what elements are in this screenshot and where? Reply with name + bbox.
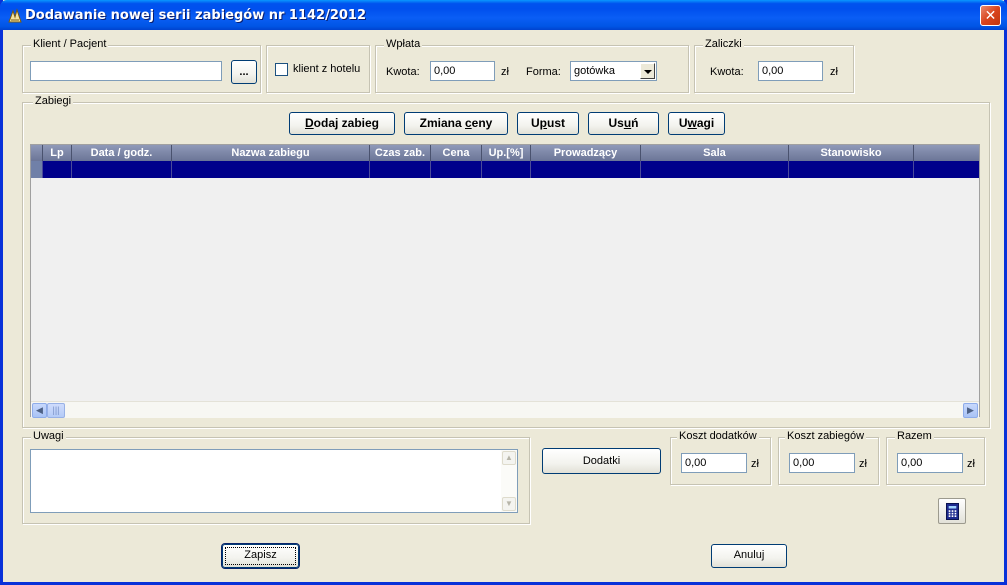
advances-currency: zł (830, 66, 838, 78)
cell[interactable] (431, 161, 482, 178)
add-treatment-button[interactable]: Dodaj zabieg (289, 112, 395, 135)
scroll-down-icon[interactable]: ▼ (502, 497, 516, 511)
cell[interactable] (531, 161, 641, 178)
extras-button[interactable]: Dodatki (542, 448, 661, 474)
delete-button[interactable]: Usuń (588, 112, 659, 135)
advances-amount-input[interactable]: 0,00 (758, 61, 823, 81)
total-currency: zł (967, 458, 975, 470)
header-lp[interactable]: Lp (43, 145, 72, 161)
notes-button[interactable]: Uwagi (668, 112, 725, 135)
hotel-checkbox-label: klient z hotelu (293, 63, 361, 75)
cell[interactable] (789, 161, 914, 178)
extras-cost-input[interactable]: 0,00 (681, 453, 747, 473)
close-button[interactable]: ✕ (980, 5, 1001, 26)
header-discount[interactable]: Up.[%] (482, 145, 531, 161)
header-staff[interactable]: Prowadzący (531, 145, 641, 161)
notes-scrollbar[interactable]: ▲ ▼ (501, 450, 517, 512)
extras-cost-currency: zł (751, 458, 759, 470)
payment-form-select[interactable]: gotówka (570, 61, 657, 81)
treatments-cost-legend: Koszt zabiegów (785, 430, 867, 442)
title-bar[interactable]: Dodawanie nowej serii zabiegów nr 1142/2… (0, 0, 1007, 30)
treatments-cost-input[interactable]: 0,00 (789, 453, 855, 473)
save-button[interactable]: Zapisz (222, 544, 299, 568)
horizontal-scrollbar[interactable]: ◀ ||| ▶ (31, 401, 979, 418)
dialog-window: Dodawanie nowej serii zabiegów nr 1142/2… (0, 0, 1007, 585)
table-row[interactable] (31, 161, 979, 178)
payment-form-value: gotówka (574, 65, 615, 77)
total-input[interactable]: 0,00 (897, 453, 963, 473)
header-indicator (31, 145, 43, 161)
total-legend: Razem (895, 430, 934, 442)
header-duration[interactable]: Czas zab. (370, 145, 431, 161)
payment-amount-label: Kwota: (386, 66, 420, 78)
client-legend: Klient / Pacjent (31, 38, 109, 50)
payment-legend: Wpłata (384, 38, 423, 50)
scroll-thumb[interactable]: ||| (47, 403, 65, 418)
cell[interactable] (72, 161, 172, 178)
cell[interactable] (482, 161, 531, 178)
notes-legend: Uwagi (31, 430, 66, 442)
scroll-up-icon[interactable]: ▲ (502, 451, 516, 465)
calculator-button[interactable] (938, 498, 966, 524)
header-room[interactable]: Sala (641, 145, 789, 161)
app-icon (8, 8, 22, 23)
header-date[interactable]: Data / godz. (72, 145, 172, 161)
calculator-icon (946, 503, 959, 520)
chevron-down-icon[interactable] (640, 63, 655, 79)
treatments-table[interactable]: Lp Data / godz. Nazwa zabiegu Czas zab. … (30, 144, 980, 417)
treatments-legend: Zabiegi (33, 95, 74, 107)
row-indicator (31, 161, 43, 178)
cell[interactable] (370, 161, 431, 178)
header-price[interactable]: Cena (431, 145, 482, 161)
notes-textarea[interactable]: ▲ ▼ (30, 449, 518, 513)
window-title: Dodawanie nowej serii zabiegów nr 1142/2… (25, 8, 367, 23)
change-price-button[interactable]: Zmiana ceny (404, 112, 508, 135)
close-icon: ✕ (984, 7, 997, 23)
cancel-button[interactable]: Anuluj (711, 544, 787, 568)
table-header: Lp Data / godz. Nazwa zabiegu Czas zab. … (31, 145, 979, 161)
extras-cost-legend: Koszt dodatków (677, 430, 759, 442)
advances-legend: Zaliczki (703, 38, 744, 50)
client-browse-button[interactable]: ... (231, 60, 257, 84)
cell[interactable] (43, 161, 72, 178)
cell[interactable] (641, 161, 789, 178)
hotel-checkbox[interactable] (275, 63, 288, 76)
cell[interactable] (172, 161, 370, 178)
treatments-cost-currency: zł (859, 458, 867, 470)
scroll-left-icon[interactable]: ◀ (32, 403, 47, 418)
payment-form-label: Forma: (526, 66, 561, 78)
discount-button[interactable]: Upust (517, 112, 579, 135)
header-name[interactable]: Nazwa zabiegu (172, 145, 370, 161)
payment-amount-input[interactable]: 0,00 (430, 61, 495, 81)
advances-amount-label: Kwota: (710, 66, 744, 78)
scroll-right-icon[interactable]: ▶ (963, 403, 978, 418)
payment-currency: zł (501, 66, 509, 78)
header-station[interactable]: Stanowisko (789, 145, 914, 161)
client-input[interactable] (30, 61, 222, 81)
